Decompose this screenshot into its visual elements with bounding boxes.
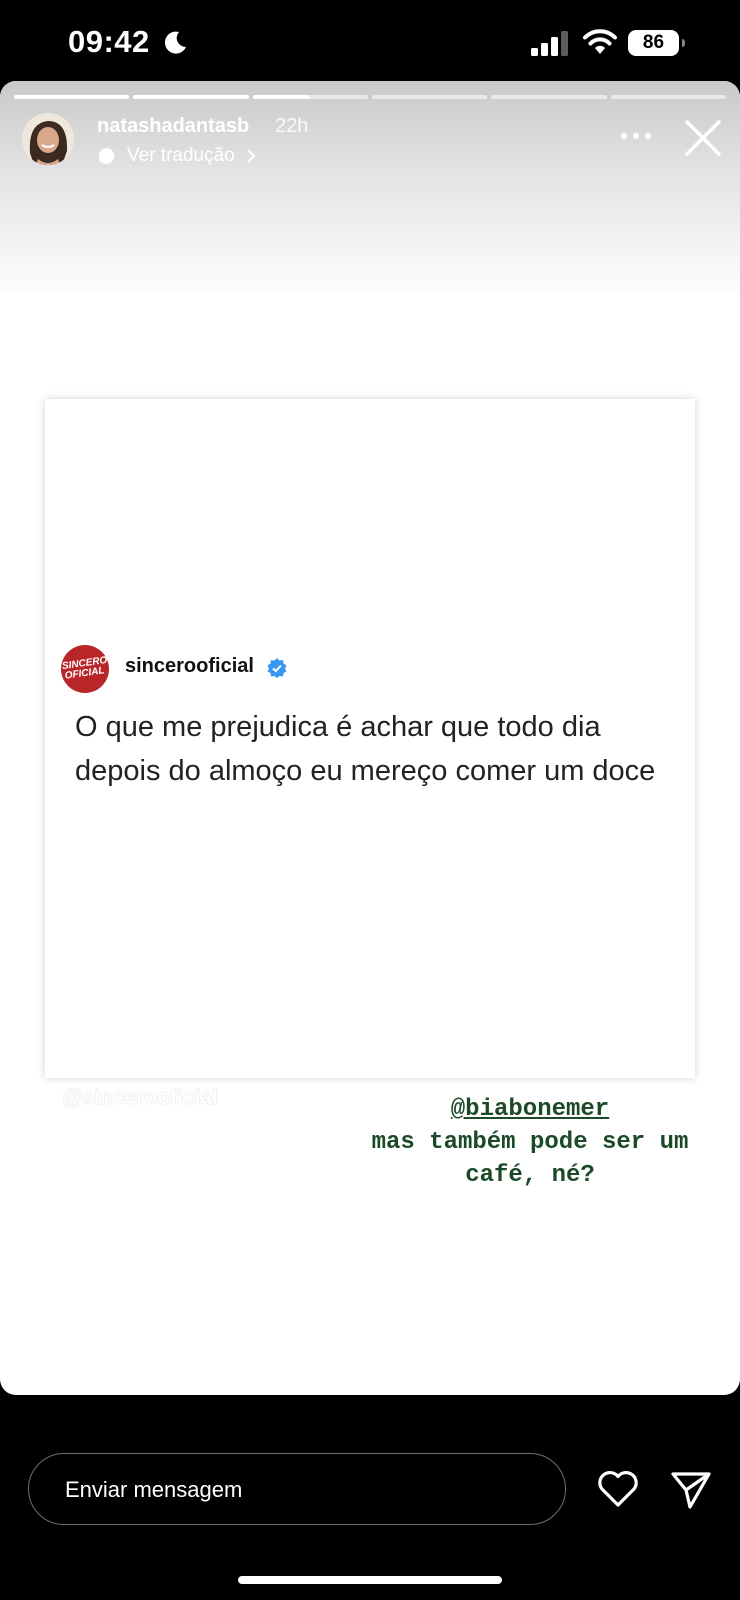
heart-icon[interactable] — [597, 1470, 639, 1508]
wifi-icon — [583, 29, 617, 54]
story-screen: 09:42 86 natashadantasb 22h Ver tradução… — [0, 0, 740, 1600]
story-progress-fill — [14, 95, 130, 99]
send-icon[interactable] — [670, 1470, 712, 1510]
post-watermark: @sincerooficial — [62, 1086, 218, 1109]
post-text: O que me prejudica é achar que todo dia … — [75, 711, 656, 787]
verified-badge-icon — [267, 658, 287, 678]
send-message-input[interactable]: Enviar mensagem — [28, 1453, 566, 1525]
signal-icon — [531, 31, 568, 56]
mention-sticker[interactable]: @biabonemer mas também pode ser um café,… — [330, 1093, 730, 1192]
story-progress-segment — [14, 95, 130, 99]
home-indicator[interactable] — [238, 1576, 502, 1584]
chevron-right-icon — [247, 149, 256, 163]
story-username[interactable]: natashadantasb — [97, 115, 249, 138]
mention-text: mas também pode ser um café, né? — [371, 1129, 689, 1189]
story-progress-segment — [252, 95, 368, 99]
close-icon[interactable] — [684, 119, 722, 157]
speech-bubble-icon — [98, 147, 115, 164]
story-progress-fill — [252, 95, 311, 99]
mention-tag[interactable]: @biabonemer — [330, 1093, 730, 1126]
story-frame[interactable]: natashadantasb 22h Ver tradução SINCERO — [0, 81, 740, 1395]
battery-level: 86 — [642, 32, 665, 53]
sincero-logo: SINCERO OFICIAL — [61, 645, 109, 693]
translate-link[interactable]: Ver tradução — [97, 143, 257, 169]
embedded-post[interactable]: SINCERO OFICIAL sincerooficial O que me … — [45, 399, 695, 1078]
moon-icon — [164, 31, 186, 54]
story-progress-segment — [491, 95, 607, 99]
send-message-placeholder: Enviar mensagem — [65, 1477, 243, 1502]
story-header-gradient — [0, 81, 740, 291]
story-progress-fill — [133, 95, 249, 99]
avatar-image — [22, 113, 74, 165]
status-bar: 09:42 86 — [0, 0, 740, 80]
story-progress-segment — [610, 95, 726, 99]
post-handle: sincerooficial — [125, 655, 254, 677]
more-icon[interactable] — [618, 126, 654, 146]
translate-label: Ver tradução — [127, 145, 235, 166]
status-time: 09:42 — [68, 24, 150, 59]
story-progress-segment — [372, 95, 488, 99]
avatar[interactable] — [22, 113, 74, 165]
story-progress-segment — [133, 95, 249, 99]
story-time-ago: 22h — [275, 115, 309, 137]
